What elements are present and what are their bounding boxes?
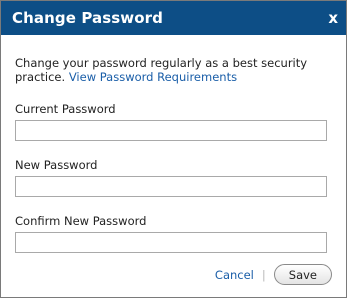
current-password-label: Current Password — [15, 102, 116, 116]
new-password-field[interactable] — [15, 176, 327, 197]
intro-text-block: Change your password regularly as a best… — [15, 56, 332, 84]
dialog-title: Change Password — [12, 9, 163, 27]
footer-separator: | — [261, 267, 266, 282]
dialog-footer: Cancel | Save — [215, 264, 332, 285]
view-password-requirements-link[interactable]: View Password Requirements — [69, 70, 237, 84]
close-icon[interactable]: x — [328, 10, 338, 26]
save-button[interactable]: Save — [273, 264, 332, 285]
new-password-label: New Password — [15, 158, 98, 172]
dialog-titlebar: Change Password x — [1, 1, 346, 35]
cancel-link[interactable]: Cancel — [215, 268, 254, 282]
current-password-field[interactable] — [15, 120, 327, 141]
confirm-new-password-field[interactable] — [15, 232, 327, 253]
change-password-dialog: Change Password x Change your password r… — [0, 0, 347, 298]
confirm-new-password-label: Confirm New Password — [15, 214, 147, 228]
